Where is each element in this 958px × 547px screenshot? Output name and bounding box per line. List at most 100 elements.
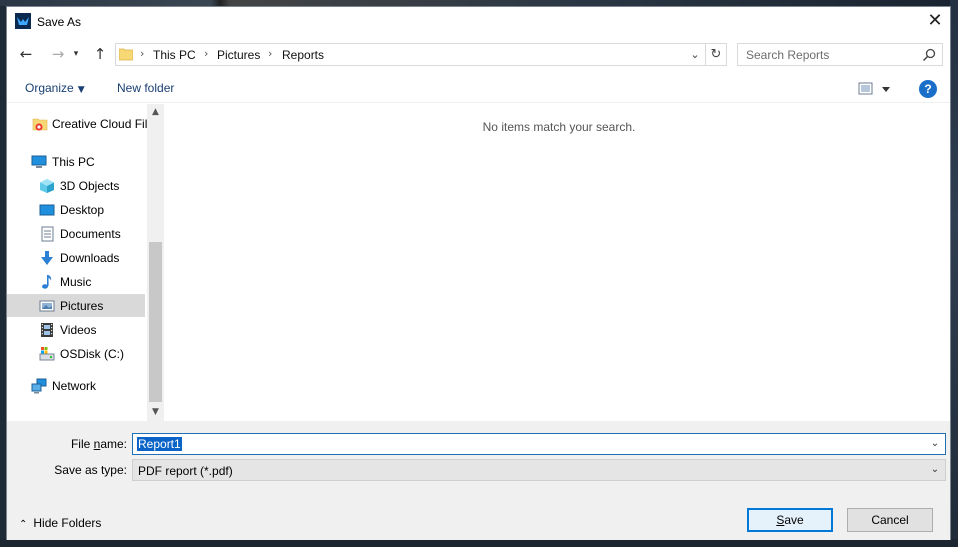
help-icon: ? (924, 82, 932, 96)
disk-icon (39, 346, 55, 362)
refresh-icon: ↻ (710, 47, 722, 62)
new-folder-button[interactable]: New folder (117, 81, 174, 95)
file-name-label-post: ame: (100, 437, 127, 451)
file-name-field[interactable]: Report1 ⌄ (132, 433, 946, 455)
organize-label: Organize (25, 81, 74, 95)
save-type-label: Save as type: (54, 463, 127, 477)
cancel-button[interactable]: Cancel (847, 508, 933, 532)
document-icon (39, 226, 55, 242)
back-button[interactable]: ← (15, 43, 37, 65)
save-as-dialog: Save As ✕ ← → ▾ ↑ › This PC › Pictures ›… (6, 6, 951, 540)
chevron-up-icon: ⌃ (19, 519, 28, 530)
breadcrumb-separator: › (268, 47, 273, 60)
breadcrumb-separator: › (140, 47, 145, 60)
sidebar-item-this-pc[interactable]: This PC (7, 150, 145, 173)
sidebar-item-label: Desktop (60, 203, 105, 217)
scrollbar-thumb[interactable] (149, 242, 162, 402)
save-form: File name: Report1 ⌄ Save as type: PDF r… (7, 421, 950, 540)
background-app-edge (950, 0, 958, 547)
sidebar-item-osdisk[interactable]: OSDisk (C:) (7, 342, 145, 365)
sidebar-item-label: Pictures (60, 299, 104, 313)
address-dropdown-button[interactable]: ⌄ (686, 45, 704, 65)
chevron-down-icon: ▼ (77, 85, 85, 95)
search-icon[interactable] (922, 48, 936, 62)
view-options-icon (858, 82, 890, 95)
breadcrumb-separator: › (204, 47, 209, 60)
folder-icon (118, 47, 134, 61)
refresh-button[interactable]: ↻ (705, 44, 726, 65)
file-name-label-pre: File (70, 437, 94, 451)
organize-button[interactable]: Organize ▼ (25, 81, 85, 95)
sidebar-item-label: 3D Objects (60, 179, 120, 193)
navigation-scrollbar[interactable]: ▲ ▼ (147, 104, 164, 421)
file-name-value[interactable]: Report1 (137, 437, 182, 451)
close-icon: ✕ (927, 10, 943, 31)
search-input[interactable] (738, 44, 918, 65)
sidebar-item-label: OSDisk (C:) (60, 347, 124, 361)
save-type-select[interactable]: PDF report (*.pdf) ⌄ (132, 459, 946, 481)
command-bar: Organize ▼ New folder ? (7, 73, 950, 103)
cancel-label: Cancel (871, 513, 909, 527)
help-button[interactable]: ? (919, 80, 937, 98)
scroll-down-button[interactable]: ▼ (147, 404, 164, 421)
hide-folders-button[interactable]: ⌃ Hide Folders (19, 516, 101, 530)
sidebar-item-label: Network (52, 379, 97, 393)
scroll-up-button[interactable]: ▲ (147, 104, 164, 121)
network-icon (31, 378, 47, 394)
address-bar[interactable]: › This PC › Pictures › Reports ⌄ ↻ (115, 43, 727, 66)
recent-locations-button[interactable]: ▾ (69, 43, 83, 65)
sidebar-item-label: Creative Cloud Fil (52, 117, 148, 131)
arrow-right-icon: → (51, 45, 65, 63)
chevron-down-icon: ⌄ (930, 464, 940, 475)
sidebar-item-pictures[interactable]: Pictures (7, 294, 145, 317)
sidebar-item-downloads[interactable]: Downloads (7, 246, 145, 269)
breadcrumb-reports[interactable]: Reports (282, 48, 324, 62)
sidebar-item-label: Documents (60, 227, 121, 241)
breadcrumb-this-pc[interactable]: This PC (153, 48, 196, 62)
sidebar-item-label: This PC (52, 155, 95, 169)
chevron-down-icon[interactable]: ⌄ (928, 436, 942, 452)
navigation-row: ← → ▾ ↑ › This PC › Pictures › Reports ⌄ (7, 41, 950, 67)
chevron-down-icon: ▾ (73, 49, 79, 59)
sidebar-item-3d-objects[interactable]: 3D Objects (7, 174, 145, 197)
save-label-rest: ave (784, 513, 804, 527)
music-note-icon (39, 274, 55, 290)
sidebar-item-creative-cloud[interactable]: Creative Cloud Fil (7, 112, 148, 135)
app-icon (15, 13, 31, 29)
chevron-down-icon: ⌄ (690, 48, 700, 61)
sidebar-item-network[interactable]: Network (7, 374, 145, 397)
chevron-down-icon: ▼ (152, 407, 159, 417)
arrow-up-icon: ↑ (93, 45, 107, 63)
sidebar-item-label: Music (60, 275, 92, 289)
sidebar-item-label: Downloads (60, 251, 120, 265)
film-icon (39, 322, 55, 338)
sidebar-item-music[interactable]: Music (7, 270, 145, 293)
forward-button[interactable]: → (47, 43, 69, 65)
pictures-icon (39, 298, 55, 314)
close-button[interactable]: ✕ (924, 11, 946, 33)
chevron-up-icon: ▲ (152, 107, 159, 117)
background-app-bottom (0, 539, 958, 547)
file-list-area[interactable]: No items match your search. (164, 104, 950, 421)
navigation-pane: Creative Cloud Fil This PC 3D Objects De… (7, 104, 164, 421)
sidebar-item-documents[interactable]: Documents (7, 222, 145, 245)
save-type-value: PDF report (*.pdf) (138, 464, 233, 478)
arrow-left-icon: ← (19, 45, 33, 63)
download-icon (39, 250, 55, 266)
new-folder-label: New folder (117, 81, 175, 95)
cube-icon (39, 178, 55, 194)
save-button[interactable]: Save (747, 508, 833, 532)
up-button[interactable]: ↑ (89, 43, 111, 65)
window-title: Save As (37, 15, 82, 29)
breadcrumb-pictures[interactable]: Pictures (217, 48, 260, 62)
hide-folders-label: Hide Folders (33, 516, 102, 530)
computer-icon (31, 154, 47, 170)
empty-message: No items match your search. (482, 120, 636, 134)
sidebar-item-videos[interactable]: Videos (7, 318, 145, 341)
search-box (737, 43, 943, 66)
title-bar[interactable]: Save As ✕ (7, 7, 950, 37)
change-view-button[interactable] (858, 81, 894, 97)
sidebar-item-label: Videos (60, 323, 97, 337)
sidebar-item-desktop[interactable]: Desktop (7, 198, 145, 221)
creative-cloud-icon (32, 116, 48, 132)
